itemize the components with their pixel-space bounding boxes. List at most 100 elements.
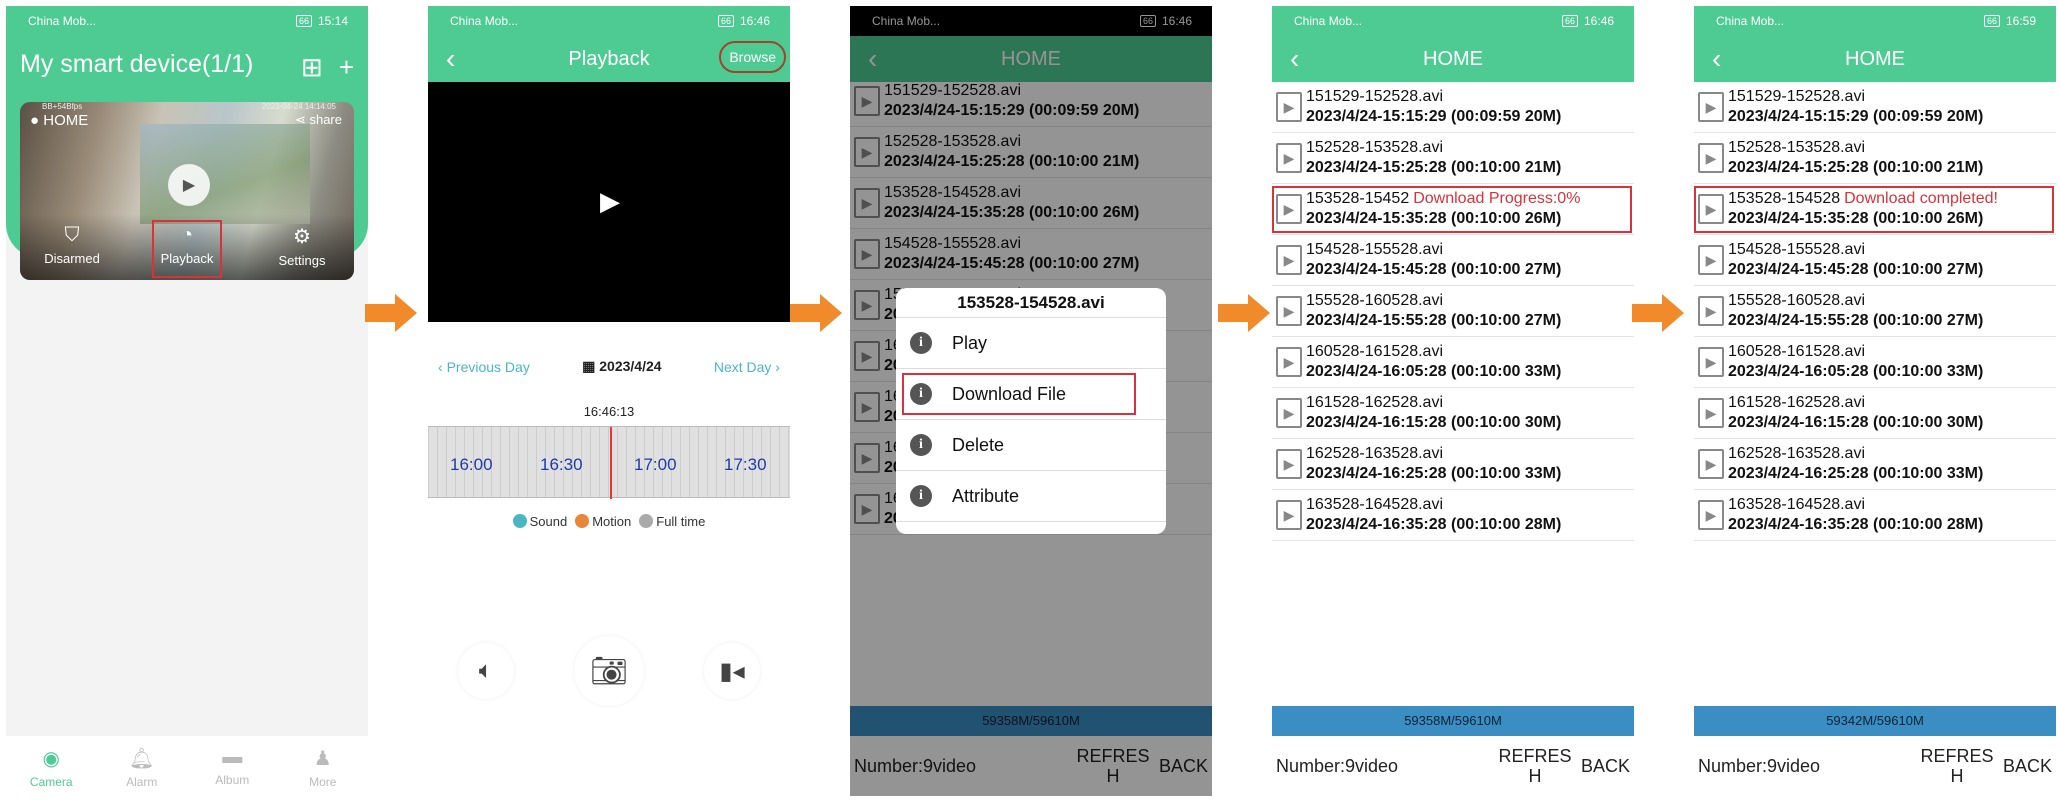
list-item[interactable]: ▶ 151529-152528.avi 2023/4/24-15:15:29 (00… (1694, 82, 2056, 133)
video-file-icon: ▶ (1276, 347, 1302, 377)
video-file-icon: ▶ (1276, 296, 1302, 326)
date-label[interactable]: ▦ 2023/4/24 (582, 358, 661, 375)
osd-label: BB+54Bfps (42, 102, 83, 111)
file-list: ▶ 151529-152528.avi 2023/4/24-15:15:29 (00… (1694, 82, 2056, 541)
share-button[interactable]: ⋖ share (295, 112, 342, 128)
info-icon: i (910, 434, 932, 456)
legend-full-time: Full time (639, 514, 705, 529)
phone-file-menu-screen: China Mob... 66 16:46 ‹ HOME ▶ 151529-15252… (850, 6, 1212, 796)
tab-camera[interactable]: ◉ Camera (6, 736, 97, 796)
video-file-icon: ▶ (1698, 92, 1724, 122)
status-bar: China Mob... 66 16:46 (428, 6, 790, 36)
back-icon[interactable]: ‹ (1290, 43, 1299, 75)
status-bar: China Mob... 66 16:59 (1694, 6, 2056, 36)
add-icon[interactable]: + (339, 52, 354, 83)
video-file-icon: ▶ (1276, 92, 1302, 122)
video-record-icon[interactable]: ▮◂ (704, 643, 760, 699)
highlight-box (902, 373, 1136, 415)
speaker-icon[interactable]: 🔈︎ (458, 643, 514, 699)
arrow-icon (1218, 294, 1270, 332)
list-item[interactable]: ▶162528-163528.avi2023/4/24-16:25:28 (00… (1272, 439, 1634, 490)
phone-home-screen: China Mob... 66 15:14 My smart device(1/1… (6, 6, 368, 796)
browse-button[interactable]: Browse (719, 41, 786, 73)
storage-bar: 59358M/59610M (1272, 706, 1634, 736)
next-day-link[interactable]: Next Day › (714, 359, 780, 375)
camera-name: ● HOME (30, 112, 89, 129)
nav-header: ‹ HOME (1694, 36, 2056, 82)
battery-icon: 66 (295, 15, 312, 27)
list-item[interactable]: ▶161528-162528.avi2023/4/24-16:15:28 (00… (1272, 388, 1634, 439)
list-item[interactable]: ▶ 153528-154528 Download completed! 2023/4/… (1694, 184, 2056, 235)
video-file-icon: ▶ (1698, 398, 1724, 428)
dialog-title: 153528-154528.avi (896, 288, 1166, 318)
video-player[interactable]: ▶ (428, 82, 790, 322)
list-item[interactable]: ▶160528-161528.avi2023/4/24-16:05:28 (00… (1272, 337, 1634, 388)
menu-item-attribute[interactable]: i Attribute (896, 471, 1166, 522)
highlight-box (1272, 186, 1632, 233)
grid-icon[interactable]: ⊞ (301, 52, 323, 83)
play-icon[interactable]: ▶ (600, 186, 620, 217)
page-title: Playback (568, 47, 650, 70)
list-item[interactable]: ▶ 154528-155528.avi 2023/4/24-15:45:28 (00… (1694, 235, 2056, 286)
osd-timestamp: 2023-04-24 14:14:05 (261, 102, 336, 111)
refresh-button[interactable]: REFRES H (1917, 746, 1997, 786)
clock: 15:14 (317, 14, 348, 28)
video-file-icon: ▶ (1698, 500, 1724, 530)
list-item[interactable]: ▶160528-161528.avi2023/4/24-16:05:28 (00… (1694, 337, 2056, 388)
info-icon: i (910, 485, 932, 507)
list-item[interactable]: ▶ 154528-155528.avi 2023/4/24-15:45:28 (00… (1272, 235, 1634, 286)
calendar-icon: ▦ (582, 358, 596, 374)
camera-snapshot-icon[interactable]: 📷︎ (574, 636, 644, 706)
back-icon[interactable]: ‹ (1712, 43, 1721, 75)
legend-sound: Sound (512, 514, 567, 529)
camera-preview (140, 124, 310, 224)
legend-motion: Motion (575, 514, 631, 529)
list-item[interactable]: ▶163528-164528.avi2023/4/24-16:35:28 (00… (1694, 490, 2056, 541)
video-file-icon: ▶ (1276, 500, 1302, 530)
menu-item-download-file[interactable]: i Download File (896, 369, 1166, 420)
back-icon[interactable]: ‹ (446, 43, 455, 75)
video-file-icon: ▶ (1276, 143, 1302, 173)
menu-item-delete[interactable]: i Delete (896, 420, 1166, 471)
tab-alarm[interactable]: 🔔︎ Alarm (97, 736, 188, 796)
menu-item-play[interactable]: i Play (896, 318, 1166, 369)
camera-card[interactable]: BB+54Bfps 2023-04-24 14:14:05 ● HOME ⋖ s… (20, 102, 354, 280)
list-item[interactable]: ▶ 152528-153528.avi 2023/4/24-15:25:28 (00… (1694, 133, 2056, 184)
tab-more[interactable]: ♟ More (278, 736, 369, 796)
settings-button[interactable]: ⚙ Settings (262, 224, 342, 268)
timeline-cursor[interactable] (610, 427, 612, 499)
user-icon: ♟ (313, 748, 332, 770)
footer: Number:9video REFRES H BACK (1694, 736, 2056, 796)
previous-day-link[interactable]: ‹ Previous Day (438, 359, 530, 375)
list-item[interactable]: ▶ 151529-152528.avi 2023/4/24-15:15:29 (00… (1272, 82, 1634, 133)
file-count: Number:9video (1698, 755, 1821, 776)
list-item[interactable]: ▶155528-160528.avi2023/4/24-15:55:28 (00… (1694, 286, 2056, 337)
arrow-icon (790, 294, 842, 332)
tick-label: 17:00 (634, 455, 677, 474)
file-options-dialog: 153528-154528.avi i Play i Download File i… (896, 288, 1166, 534)
camera-icon: ◉ (42, 748, 60, 770)
list-item[interactable]: ▶ 153528-15452 Download Progress:0% 2023/4/… (1272, 184, 1634, 235)
timeline-scrubber[interactable]: 16:00 16:30 17:00 17:30 (428, 426, 790, 499)
list-item[interactable]: ▶163528-164528.avi2023/4/24-16:35:28 (00… (1272, 490, 1634, 541)
tick-label: 17:30 (724, 455, 767, 474)
highlight-box (152, 220, 222, 278)
list-item[interactable]: ▶162528-163528.avi2023/4/24-16:25:28 (00… (1694, 439, 2056, 490)
video-file-icon: ▶ (1698, 143, 1724, 173)
carrier-label: China Mob... (28, 14, 97, 28)
file-list: ▶ 151529-152528.avi 2023/4/24-15:15:29 (00… (1272, 82, 1634, 541)
disarmed-button[interactable]: ⛉ Disarmed (32, 224, 112, 266)
footer: Number:9video REFRES H BACK (1272, 736, 1634, 796)
current-time: 16:46:13 (583, 404, 635, 419)
nav-header: ‹ Playback Browse (428, 36, 790, 82)
refresh-button[interactable]: REFRES H (1495, 746, 1575, 786)
back-button[interactable]: BACK (1581, 756, 1630, 777)
list-item[interactable]: ▶161528-162528.avi2023/4/24-16:15:28 (00… (1694, 388, 2056, 439)
list-item[interactable]: ▶ 152528-153528.avi 2023/4/24-15:25:28 (00… (1272, 133, 1634, 184)
highlight-box (1694, 186, 2054, 233)
tab-album[interactable]: ▬ Album (187, 736, 278, 796)
list-item[interactable]: ▶155528-160528.avi2023/4/24-15:55:28 (00… (1272, 286, 1634, 337)
arrow-icon (1632, 294, 1684, 332)
back-button[interactable]: BACK (2003, 756, 2052, 777)
play-icon[interactable]: ▶ (168, 164, 210, 206)
